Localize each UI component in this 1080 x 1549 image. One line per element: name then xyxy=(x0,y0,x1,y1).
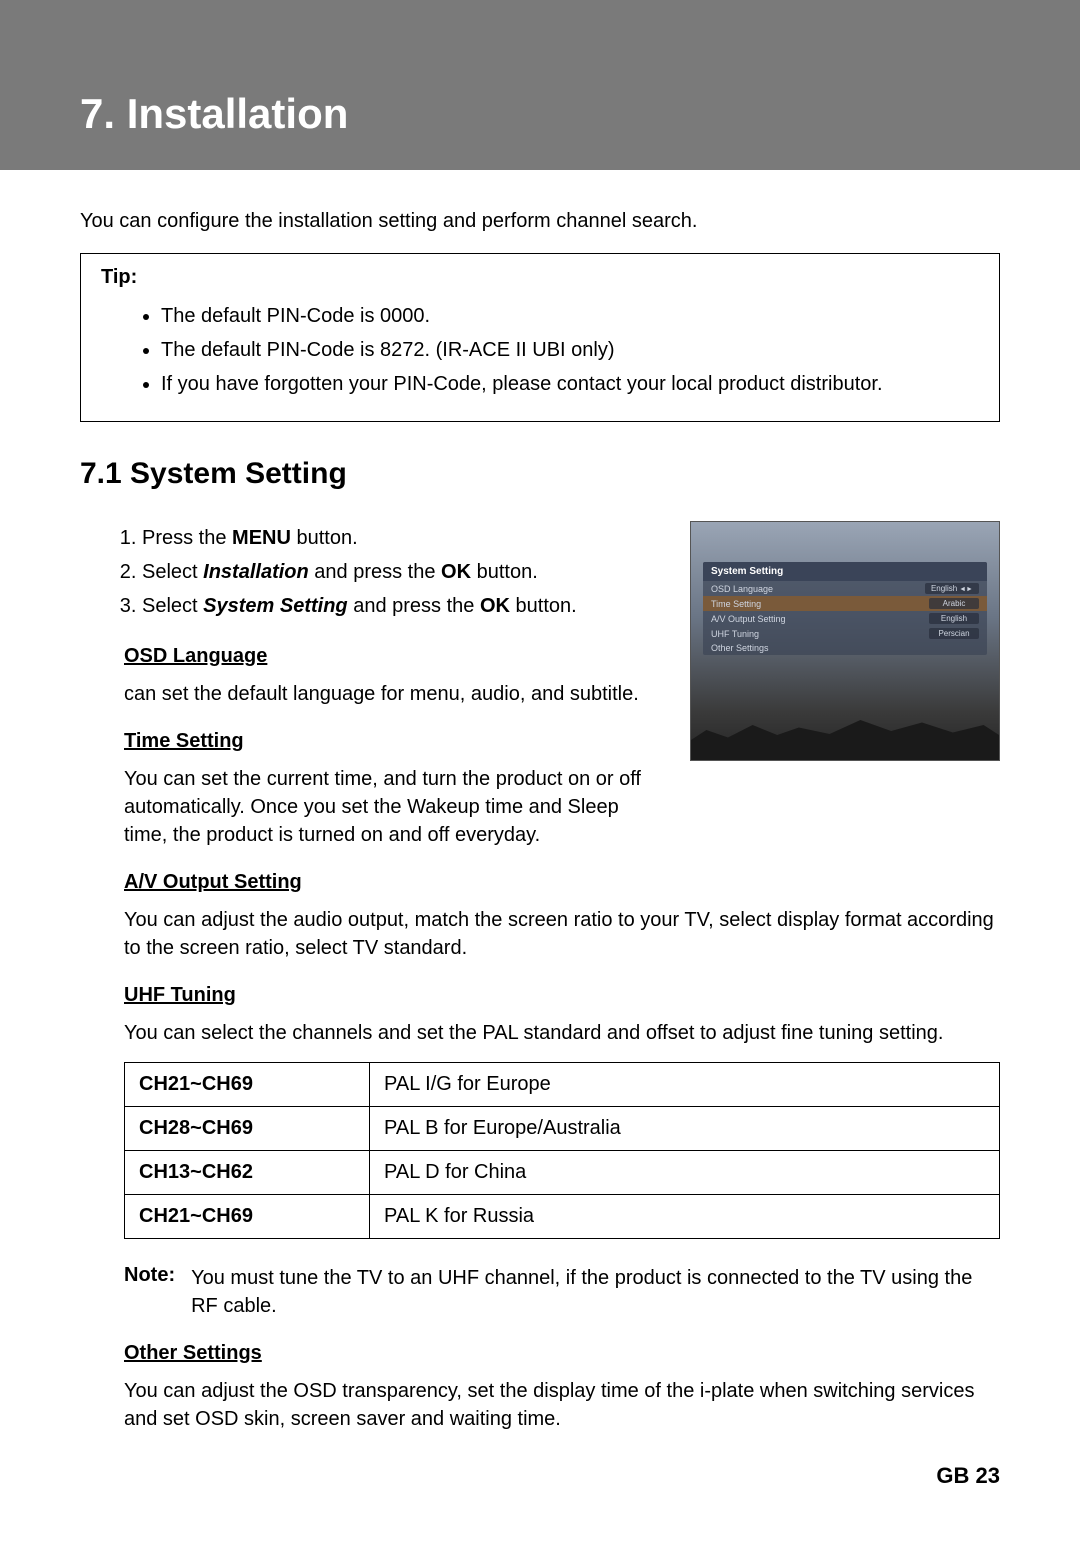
page-content: You can configure the installation setti… xyxy=(0,170,1080,1549)
step-bold: MENU xyxy=(232,527,291,549)
table-row: CH13~CH62 PAL D for China xyxy=(125,1151,1000,1195)
step-text: Select xyxy=(142,561,203,583)
screenshot-row-label: A/V Output Setting xyxy=(711,614,786,624)
screenshot-row-value: English xyxy=(929,613,979,624)
steps-list: Press the MENU button. Select Installati… xyxy=(80,521,660,623)
time-setting-heading: Time Setting xyxy=(80,730,660,753)
table-cell-channel: CH28~CH69 xyxy=(125,1107,370,1151)
tip-list: The default PIN-Code is 0000. The defaul… xyxy=(101,299,979,401)
chapter-title: 7. Installation xyxy=(80,90,1080,138)
tip-box: Tip: The default PIN-Code is 0000. The d… xyxy=(80,253,1000,422)
table-cell-standard: PAL D for China xyxy=(370,1151,1000,1195)
screenshot-row-value: Perscian xyxy=(929,628,979,639)
osd-language-text: can set the default language for menu, a… xyxy=(80,680,660,708)
screenshot-row-label: Time Setting xyxy=(711,599,761,609)
screenshot-menu-title: System Setting xyxy=(703,562,987,581)
screenshot-row: Time Setting Arabic xyxy=(703,596,987,611)
screenshot-row: OSD Language English xyxy=(703,581,987,596)
step-item: Select System Setting and press the OK b… xyxy=(142,589,660,623)
screenshot-row-value: Arabic xyxy=(929,598,979,609)
note-text: You must tune the TV to an UHF channel, … xyxy=(191,1264,1000,1320)
step-bold: OK xyxy=(480,595,510,617)
step-text: button. xyxy=(471,561,538,583)
step-text: and press the xyxy=(348,595,480,617)
table-row: CH28~CH69 PAL B for Europe/Australia xyxy=(125,1107,1000,1151)
screenshot-row-value: English xyxy=(925,583,979,594)
table-cell-standard: PAL K for Russia xyxy=(370,1195,1000,1239)
screenshot-menu: System Setting OSD Language English Time… xyxy=(703,562,987,655)
system-setting-screenshot: System Setting OSD Language English Time… xyxy=(690,521,1000,761)
table-cell-standard: PAL B for Europe/Australia xyxy=(370,1107,1000,1151)
table-cell-channel: CH21~CH69 xyxy=(125,1063,370,1107)
step-text: Select xyxy=(142,595,203,617)
table-row: CH21~CH69 PAL K for Russia xyxy=(125,1195,1000,1239)
uhf-tuning-text: You can select the channels and set the … xyxy=(80,1019,1000,1047)
osd-language-heading: OSD Language xyxy=(80,645,660,668)
table-row: CH21~CH69 PAL I/G for Europe xyxy=(125,1063,1000,1107)
table-cell-channel: CH21~CH69 xyxy=(125,1195,370,1239)
screenshot-row: A/V Output Setting English xyxy=(703,611,987,626)
step-bolditalic: Installation xyxy=(203,561,309,583)
table-cell-channel: CH13~CH62 xyxy=(125,1151,370,1195)
screenshot-row: Other Settings xyxy=(703,641,987,655)
screenshot-row-label: Other Settings xyxy=(711,643,769,653)
page-number: GB 23 xyxy=(80,1463,1000,1489)
tip-item: If you have forgotten your PIN-Code, ple… xyxy=(161,367,979,401)
other-settings-text: You can adjust the OSD transparency, set… xyxy=(80,1377,1000,1433)
tip-item: The default PIN-Code is 0000. xyxy=(161,299,979,333)
step-item: Press the MENU button. xyxy=(142,521,660,555)
section-heading: 7.1 System Setting xyxy=(80,457,1000,491)
step-bolditalic: System Setting xyxy=(203,595,347,617)
tip-item: The default PIN-Code is 8272. (IR-ACE II… xyxy=(161,333,979,367)
note-block: Note: You must tune the TV to an UHF cha… xyxy=(80,1264,1000,1320)
screenshot-silhouette xyxy=(691,710,999,760)
av-output-heading: A/V Output Setting xyxy=(80,871,1000,894)
page-header: 7. Installation xyxy=(0,0,1080,170)
time-setting-text: You can set the current time, and turn t… xyxy=(80,765,660,849)
screenshot-row-label: OSD Language xyxy=(711,584,773,594)
step-text: button. xyxy=(291,527,358,549)
step-text: button. xyxy=(510,595,577,617)
av-output-text: You can adjust the audio output, match t… xyxy=(80,906,1000,962)
other-settings-heading: Other Settings xyxy=(80,1342,1000,1365)
screenshot-row-label: UHF Tuning xyxy=(711,629,759,639)
screenshot-row: UHF Tuning Perscian xyxy=(703,626,987,641)
step-bold: OK xyxy=(441,561,471,583)
step-item: Select Installation and press the OK but… xyxy=(142,555,660,589)
table-cell-standard: PAL I/G for Europe xyxy=(370,1063,1000,1107)
note-label: Note: xyxy=(124,1264,175,1320)
intro-paragraph: You can configure the installation setti… xyxy=(80,210,1000,233)
uhf-table: CH21~CH69 PAL I/G for Europe CH28~CH69 P… xyxy=(124,1062,1000,1239)
step-text: and press the xyxy=(309,561,441,583)
tip-label: Tip: xyxy=(101,266,979,289)
step-text: Press the xyxy=(142,527,232,549)
uhf-tuning-heading: UHF Tuning xyxy=(80,984,1000,1007)
